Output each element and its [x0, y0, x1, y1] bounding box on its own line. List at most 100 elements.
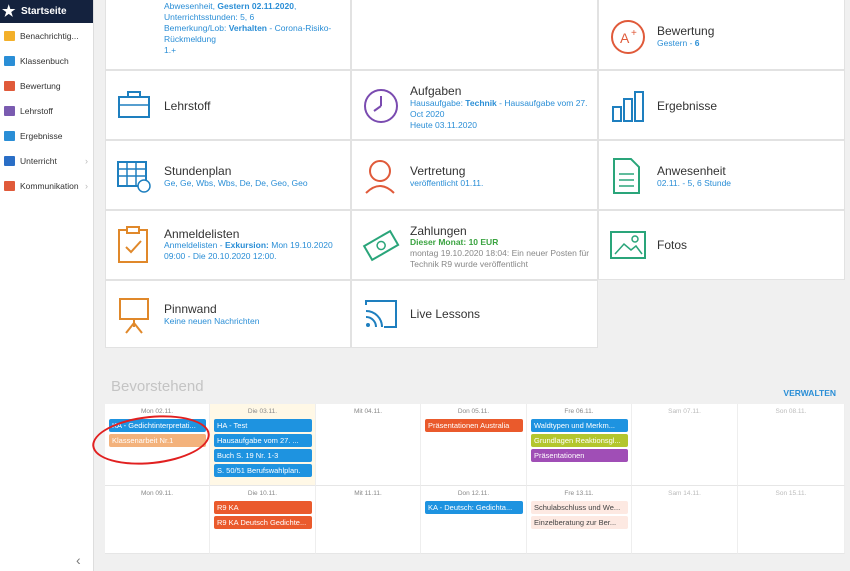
- calendar-day[interactable]: Fre 06.11. Waldtypen und Merkm... Grundlag…: [527, 404, 632, 486]
- calendar-day[interactable]: Son 08.11.: [738, 404, 845, 486]
- chevron-right-icon: ›: [85, 155, 88, 166]
- calendar-day[interactable]: Sam 07.11.: [632, 404, 738, 486]
- tile-subtitle: Keine neuen Nachrichten: [164, 316, 260, 326]
- calendar-day[interactable]: Don 05.11. Präsentationen Australia: [421, 404, 527, 486]
- tile-zahlungen[interactable]: Zahlungen Dieser Monat: 10 EUR montag 19…: [351, 210, 598, 280]
- tile-title: Vertretung: [410, 164, 466, 178]
- upcoming-calendar: Mon 02.11. KA - Gedichtinterpretati... Kla…: [105, 404, 845, 554]
- tile-title: Aufgaben: [410, 84, 462, 98]
- payment-note: montag 19.10.2020 18:04: Ein neuer Poste…: [410, 248, 590, 269]
- manage-link[interactable]: VERWALTEN: [783, 388, 836, 398]
- calendar-day[interactable]: Mit 04.11.: [316, 404, 421, 486]
- tile-subtitle: Ge, Ge, Wbs, Wbs, De, De, Geo, Geo: [164, 178, 308, 188]
- notif-date: Gestern 02.11.2020: [217, 1, 294, 11]
- notif-text: 1.+: [164, 45, 177, 55]
- clipboard-icon: [118, 226, 148, 263]
- sidebar-item-label: Klassenbuch: [20, 55, 69, 66]
- tile-anmeldelisten[interactable]: Anmeldelisten Anmeldelisten - Exkursion:…: [105, 210, 351, 280]
- calendar-event[interactable]: Grundlagen Reaktionsgl...: [531, 434, 628, 447]
- tile-pinnwand[interactable]: Pinnwand Keine neuen Nachrichten: [105, 280, 351, 348]
- clock-icon: [364, 89, 398, 123]
- money-icon: [362, 229, 400, 262]
- day-header: Son 15.11.: [775, 490, 807, 497]
- sidebar-item-kommunikation[interactable]: Kommunikation ›: [0, 173, 93, 198]
- tile-title: Fotos: [657, 238, 688, 252]
- tile-title: Anwesenheit: [657, 164, 726, 178]
- tile-bewertung[interactable]: A + Bewertung Gestern - 6: [598, 0, 845, 70]
- sidebar-item-klassenbuch[interactable]: Klassenbuch: [0, 48, 93, 73]
- day-header: Sam 07.11.: [668, 408, 701, 415]
- grade-icon: A +: [611, 20, 645, 54]
- sidebar-item-label: Kommunikation: [20, 180, 79, 191]
- calendar-event[interactable]: KA - Deutsch: Gedichta...: [425, 501, 523, 514]
- calendar-day[interactable]: Mon 09.11.: [105, 486, 210, 554]
- sidebar-item-bewertung[interactable]: Bewertung: [0, 73, 93, 98]
- svg-text:+: +: [631, 28, 637, 39]
- calendar-icon: [4, 155, 15, 166]
- tile-vertretung[interactable]: Vertretung veröffentlicht 01.11.: [351, 140, 598, 210]
- payment-amount: Dieser Monat: 10 EUR: [410, 237, 499, 247]
- sidebar-item-lehrstoff[interactable]: Lehrstoff: [0, 98, 93, 123]
- day-header: Mit 04.11.: [353, 408, 383, 415]
- tile-notifications-cont[interactable]: [351, 0, 598, 70]
- day-header: Fre 13.11.: [564, 490, 594, 497]
- star-icon: ★: [2, 3, 16, 20]
- tile-subtitle: Anmeldelisten -: [164, 240, 225, 250]
- calendar-day[interactable]: Die 10.11. R9 KA R9 KA Deutsch Gedichte...: [210, 486, 316, 554]
- tile-subtitle: 02.11. - 5, 6 Stunde: [657, 178, 732, 188]
- day-header: Sam 14.11.: [668, 490, 701, 497]
- bar-chart-icon: [612, 91, 644, 122]
- sidebar-item-label: Unterricht: [20, 155, 57, 166]
- tile-aufgaben[interactable]: Aufgaben Hausaufgabe: Technik - Hausaufg…: [351, 70, 598, 140]
- tile-live-lessons[interactable]: Live Lessons: [351, 280, 598, 348]
- calendar-event[interactable]: Einzelberatung zur Ber...: [531, 516, 628, 529]
- calendar-event[interactable]: HA - Test: [214, 419, 312, 432]
- calendar-event[interactable]: Waldtypen und Merkm...: [531, 419, 628, 432]
- calendar-day[interactable]: Don 12.11. KA - Deutsch: Gedichta...: [421, 486, 527, 554]
- tile-anwesenheit[interactable]: Anwesenheit 02.11. - 5, 6 Stunde: [598, 140, 845, 210]
- tile-lehrstoff[interactable]: Lehrstoff: [105, 70, 351, 140]
- calendar-event[interactable]: Präsentationen: [531, 449, 628, 462]
- day-header: Die 10.11.: [247, 490, 278, 497]
- calendar-day[interactable]: Mit 11.11.: [316, 486, 421, 554]
- calendar-event[interactable]: Präsentationen Australia: [425, 419, 523, 432]
- day-header: Mit 11.11.: [354, 490, 382, 497]
- tile-subtitle: Hausaufgabe:: [410, 98, 466, 108]
- calendar-day[interactable]: Sam 14.11.: [632, 486, 738, 554]
- day-header: Mon 09.11.: [140, 490, 174, 497]
- calendar-day[interactable]: Son 15.11.: [738, 486, 845, 554]
- tile-ergebnisse[interactable]: Ergebnisse: [598, 70, 845, 140]
- calendar-event[interactable]: Hausaufgabe vom 27. ...: [214, 434, 312, 447]
- sidebar-item-benachrichtig[interactable]: Benachrichtig...: [0, 23, 93, 48]
- book-icon: [4, 55, 15, 66]
- calendar-event[interactable]: Schulabschluss und We...: [531, 501, 628, 514]
- svg-text:A: A: [620, 30, 630, 46]
- notif-bold: Verhalten: [228, 23, 268, 33]
- day-header: Fre 06.11.: [564, 408, 594, 415]
- tile-fotos[interactable]: Fotos: [598, 210, 845, 280]
- subject: Technik: [465, 98, 497, 108]
- chevron-right-icon: ›: [85, 180, 88, 191]
- tile-notifications[interactable]: Abwesenheit, Gestern 02.11.2020, Unterri…: [105, 0, 351, 70]
- sidebar-item-unterricht[interactable]: Unterricht ›: [0, 148, 93, 173]
- day-header: Son 08.11.: [775, 408, 807, 415]
- calendar-day[interactable]: Fre 13.11. Schulabschluss und We... Einzel…: [527, 486, 632, 554]
- calendar-event[interactable]: R9 KA: [214, 501, 312, 514]
- calendar-day[interactable]: Die 03.11. HA - Test Hausaufgabe vom 27. .…: [210, 404, 316, 486]
- tile-date: Heute 03.11.2020: [410, 120, 477, 130]
- sidebar-item-label: Lehrstoff: [20, 105, 53, 116]
- day-header: Don 05.11.: [457, 408, 490, 415]
- tile-stundenplan[interactable]: Stundenplan Ge, Ge, Wbs, Wbs, De, De, Ge…: [105, 140, 351, 210]
- calendar-event[interactable]: S. 50/51 Berufswahlplan.: [214, 464, 312, 477]
- calendar-event[interactable]: Buch S. 19 Nr. 1-3: [214, 449, 312, 462]
- calendar-event[interactable]: R9 KA Deutsch Gedichte...: [214, 516, 312, 529]
- collapse-sidebar-icon[interactable]: ‹: [76, 552, 81, 568]
- tile-subtitle: veröffentlicht 01.11.: [410, 178, 484, 188]
- sidebar-item-ergebnisse[interactable]: Ergebnisse: [0, 123, 93, 148]
- tile-title: Lehrstoff: [164, 99, 211, 113]
- sidebar-item-label: Bewertung: [20, 80, 61, 91]
- day-header: Die 03.11.: [247, 408, 278, 415]
- tile-title: Anmeldelisten: [164, 227, 240, 241]
- sidebar-item-startseite[interactable]: ★ Startseite: [0, 0, 93, 23]
- cast-icon: [365, 300, 397, 328]
